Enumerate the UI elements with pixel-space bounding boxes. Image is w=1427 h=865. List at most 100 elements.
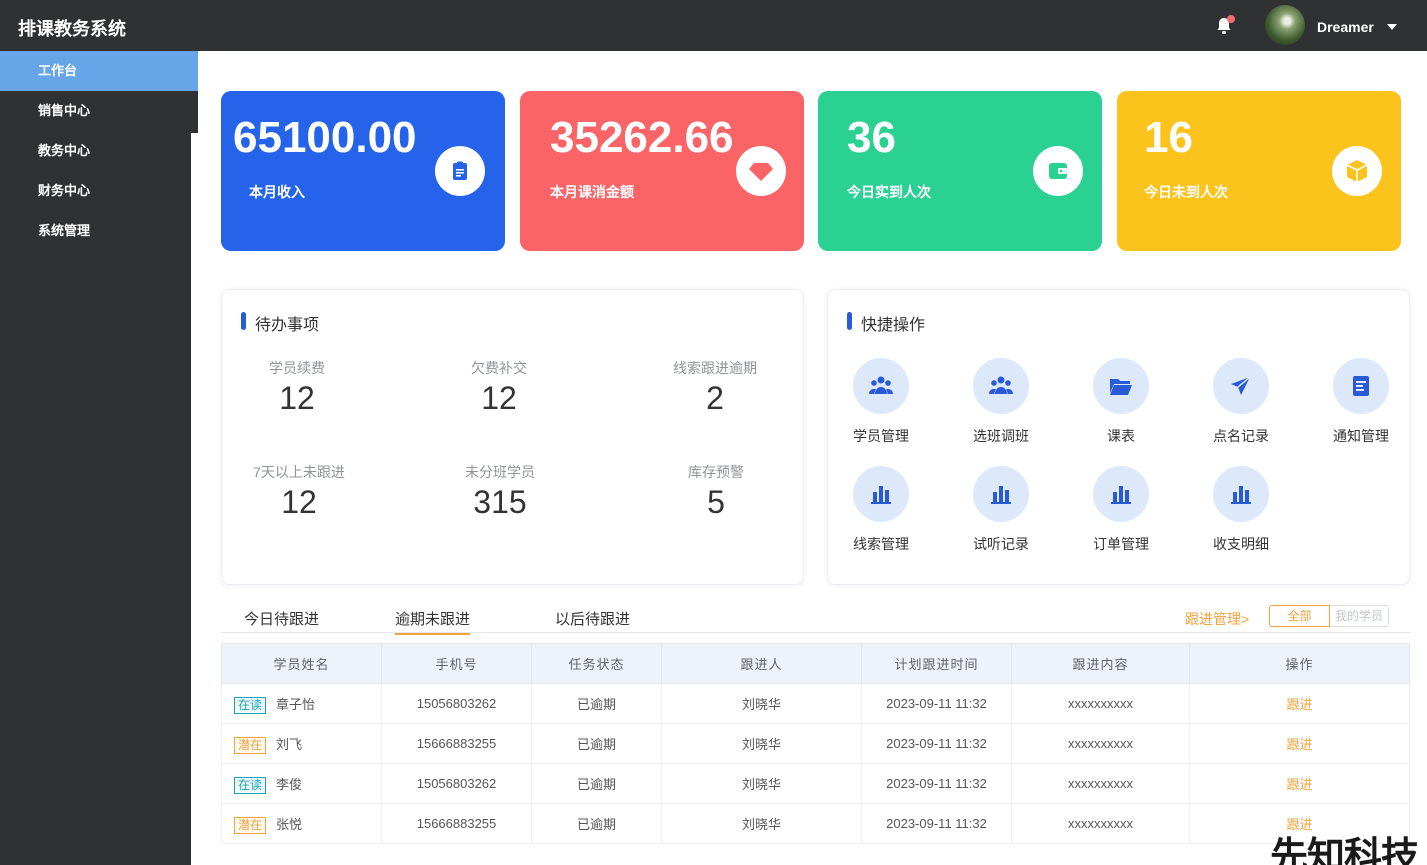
followup-button[interactable]: 跟进 bbox=[1286, 697, 1312, 712]
tab-later-followup[interactable]: 以后待跟进 bbox=[555, 608, 630, 633]
status-cell: 已逾期 bbox=[531, 723, 662, 764]
todo-value[interactable]: 12 bbox=[419, 380, 579, 417]
student-name-cell: 在读 章子怡 bbox=[221, 683, 382, 724]
followup-table: 学员姓名 手机号 任务状态 跟进人 计划跟进时间 跟进内容 操作 在读 章子怡 1… bbox=[221, 643, 1410, 844]
column-header: 手机号 bbox=[381, 643, 532, 684]
quick-action-label: 订单管理 bbox=[1093, 536, 1149, 552]
status-badge: 潜在 bbox=[234, 736, 267, 754]
tab-overdue-followup[interactable]: 逾期未跟进 bbox=[395, 608, 471, 635]
tab-today-followup[interactable]: 今日待跟进 bbox=[244, 608, 319, 633]
todo-label: 未分班学员 bbox=[465, 464, 535, 480]
table-header-row: 学员姓名 手机号 任务状态 跟进人 计划跟进时间 跟进内容 操作 bbox=[221, 643, 1410, 684]
owner-cell: 刘晓华 bbox=[661, 763, 862, 804]
table-row: 在读 李俊 15056803262 已逾期 刘晓华 2023-09-11 11:3… bbox=[221, 763, 1410, 804]
quick-action-student-management[interactable]: 学员管理 bbox=[836, 358, 926, 446]
bell-icon[interactable] bbox=[1213, 15, 1235, 37]
quick-action-label: 试听记录 bbox=[973, 536, 1029, 552]
owner-cell: 刘晓华 bbox=[661, 683, 862, 724]
top-bar: 排课教务系统 Dreamer bbox=[0, 0, 1427, 51]
content-cell: xxxxxxxxxx bbox=[1011, 803, 1190, 844]
chevron-down-icon[interactable] bbox=[1387, 24, 1397, 30]
todo-value[interactable]: 12 bbox=[219, 484, 379, 521]
sidebar-item-system[interactable]: 系统管理 bbox=[0, 211, 198, 251]
status-cell: 已逾期 bbox=[531, 683, 662, 724]
panel-title: 快捷操作 bbox=[847, 311, 925, 335]
send-icon bbox=[1213, 358, 1269, 414]
notification-dot bbox=[1227, 15, 1235, 23]
stat-label: 今日实到人次 bbox=[847, 184, 931, 200]
quick-action-label: 学员管理 bbox=[853, 428, 909, 444]
table-row: 潜在 刘飞 15666883255 已逾期 刘晓华 2023-09-11 11:3… bbox=[221, 723, 1410, 764]
username[interactable]: Dreamer bbox=[1317, 19, 1374, 35]
column-header: 操作 bbox=[1189, 643, 1410, 684]
sidebar-item-workbench[interactable]: 工作台 bbox=[0, 51, 198, 91]
student-name: 李俊 bbox=[276, 776, 303, 792]
student-name-cell: 在读 李俊 bbox=[221, 763, 382, 804]
quick-action-roll-call[interactable]: 点名记录 bbox=[1196, 358, 1286, 446]
owner-cell: 刘晓华 bbox=[661, 803, 862, 844]
todo-label: 库存预警 bbox=[688, 464, 744, 480]
document-icon bbox=[1333, 358, 1389, 414]
todo-value[interactable]: 315 bbox=[420, 484, 580, 521]
wallet-icon bbox=[1033, 146, 1083, 196]
stat-value: 65100.00 bbox=[233, 113, 417, 162]
panel-title: 待办事项 bbox=[241, 311, 319, 335]
quick-action-trial-records[interactable]: 试听记录 bbox=[956, 466, 1046, 554]
quick-action-class-switch[interactable]: 选班调班 bbox=[956, 358, 1046, 446]
todo-label: 学员续费 bbox=[269, 360, 325, 376]
avatar[interactable] bbox=[1265, 5, 1305, 45]
todo-value[interactable]: 2 bbox=[635, 380, 795, 417]
phone-cell: 15666883255 bbox=[381, 803, 532, 844]
filter-my-students-button[interactable]: 我的学员 bbox=[1330, 605, 1389, 627]
owner-cell: 刘晓华 bbox=[661, 723, 862, 764]
quick-action-label: 通知管理 bbox=[1333, 428, 1389, 444]
status-badge: 在读 bbox=[234, 776, 267, 794]
content-cell: xxxxxxxxxx bbox=[1011, 723, 1190, 764]
followup-button[interactable]: 跟进 bbox=[1286, 737, 1312, 752]
quick-action-schedule[interactable]: 课表 bbox=[1076, 358, 1166, 446]
quick-actions-panel: 快捷操作 学员管理 选班调班 课表 点名记录 通知管理 线索管理 试听记录 订单… bbox=[827, 289, 1410, 585]
todo-value[interactable]: 5 bbox=[636, 484, 796, 521]
box-icon bbox=[1332, 146, 1382, 196]
quick-action-income-expense[interactable]: 收支明细 bbox=[1196, 466, 1286, 554]
status-badge: 在读 bbox=[234, 696, 267, 714]
status-badge: 潜在 bbox=[234, 816, 267, 834]
table-row: 在读 章子怡 15056803262 已逾期 刘晓华 2023-09-11 11:… bbox=[221, 683, 1410, 724]
sidebar-item-finance[interactable]: 财务中心 bbox=[0, 171, 198, 211]
users-icon bbox=[973, 358, 1029, 414]
quick-action-orders[interactable]: 订单管理 bbox=[1076, 466, 1166, 554]
followup-management-link[interactable]: 跟进管理> bbox=[1185, 609, 1249, 629]
stat-card-today-attended: 36 今日实到人次 bbox=[818, 91, 1102, 251]
todo-value[interactable]: 12 bbox=[217, 380, 377, 417]
action-cell: 跟进 bbox=[1189, 683, 1410, 724]
time-cell: 2023-09-11 11:32 bbox=[861, 723, 1012, 764]
column-header: 任务状态 bbox=[531, 643, 662, 684]
student-name-cell: 潜在 刘飞 bbox=[221, 723, 382, 764]
followup-button[interactable]: 跟进 bbox=[1286, 777, 1312, 792]
quick-action-notifications[interactable]: 通知管理 bbox=[1316, 358, 1406, 446]
clipboard-icon bbox=[435, 146, 485, 196]
stat-label: 本月收入 bbox=[249, 184, 305, 200]
stat-label: 今日未到人次 bbox=[1144, 184, 1228, 200]
student-name: 刘飞 bbox=[276, 736, 303, 752]
stat-value: 16 bbox=[1144, 113, 1193, 162]
watermark-text: 先知科技 bbox=[1270, 834, 1419, 865]
column-header: 跟进内容 bbox=[1011, 643, 1190, 684]
column-header: 计划跟进时间 bbox=[861, 643, 1012, 684]
quick-action-label: 线索管理 bbox=[853, 536, 909, 552]
bar-chart-icon bbox=[973, 466, 1029, 522]
action-cell: 跟进 bbox=[1189, 723, 1410, 764]
bar-chart-icon bbox=[1213, 466, 1269, 522]
student-name: 章子怡 bbox=[276, 696, 316, 712]
sidebar-item-sales[interactable]: 销售中心 bbox=[0, 91, 198, 131]
table-row: 潜在 张悦 15666883255 已逾期 刘晓华 2023-09-11 11:3… bbox=[221, 803, 1410, 844]
users-icon bbox=[853, 358, 909, 414]
stat-label: 本月课消金额 bbox=[550, 184, 634, 200]
quick-action-leads[interactable]: 线索管理 bbox=[836, 466, 926, 554]
sidebar-item-academic[interactable]: 教务中心 bbox=[0, 131, 198, 171]
bar-chart-icon bbox=[1093, 466, 1149, 522]
quick-action-label: 点名记录 bbox=[1213, 428, 1269, 444]
filter-all-button[interactable]: 全部 bbox=[1269, 605, 1330, 627]
quick-action-label: 收支明细 bbox=[1213, 536, 1269, 552]
action-cell: 跟进 bbox=[1189, 763, 1410, 804]
